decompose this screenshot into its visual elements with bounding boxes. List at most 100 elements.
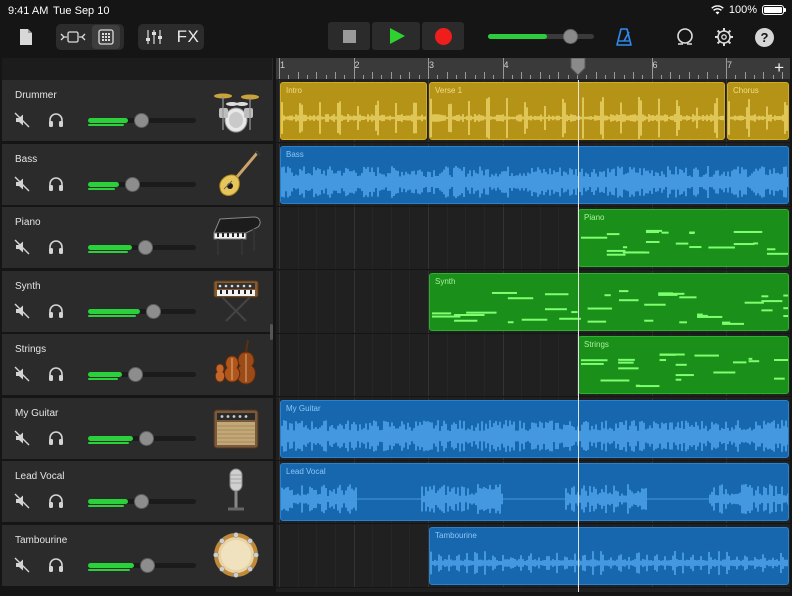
solo-headphones-icon[interactable]: [47, 176, 65, 192]
fx-button[interactable]: FX: [174, 26, 202, 48]
ruler-tick: [698, 75, 700, 79]
region[interactable]: Piano: [578, 209, 789, 267]
track-name: Drummer: [15, 90, 57, 101]
solo-headphones-icon[interactable]: [47, 303, 65, 319]
grid-line: [353, 270, 355, 333]
track-header[interactable]: Piano: [2, 207, 273, 269]
settings-button[interactable]: [712, 25, 736, 49]
region-label: Intro: [286, 86, 303, 95]
document-icon: [20, 29, 32, 45]
track-volume-slider[interactable]: [88, 494, 196, 509]
region[interactable]: Strings: [578, 336, 789, 394]
mute-speaker-icon[interactable]: [14, 112, 30, 128]
ruler-tick: [604, 75, 606, 79]
ruler-tick: [306, 75, 308, 79]
strings-icon[interactable]: [210, 338, 262, 390]
mute-speaker-icon[interactable]: [14, 557, 30, 573]
mixer-button[interactable]: [142, 26, 166, 48]
region-label: Tambourine: [435, 530, 477, 540]
ruler-tick: [707, 72, 709, 79]
track-volume-slider[interactable]: [88, 176, 196, 192]
play-button[interactable]: [372, 22, 420, 50]
track-volume-knob[interactable]: [127, 367, 143, 382]
grid-line: [372, 334, 374, 396]
drum-kit-icon[interactable]: [210, 84, 262, 136]
grid-line: [483, 334, 485, 396]
solo-headphones-icon[interactable]: [47, 557, 65, 573]
mute-speaker-icon[interactable]: [14, 176, 30, 192]
region[interactable]: My Guitar: [280, 399, 789, 458]
master-volume-knob[interactable]: [562, 29, 578, 44]
track-volume-slider[interactable]: [88, 430, 196, 446]
track-volume-slider[interactable]: [88, 113, 196, 128]
mute-speaker-icon[interactable]: [14, 239, 30, 255]
mute-speaker-icon[interactable]: [14, 493, 30, 509]
track-volume-knob[interactable]: [125, 176, 141, 192]
bass-guitar-icon[interactable]: [210, 148, 262, 200]
mute-speaker-icon[interactable]: [14, 366, 30, 382]
playhead-handle[interactable]: [570, 58, 586, 76]
guitar-amp-icon[interactable]: [210, 402, 262, 454]
solo-headphones-icon[interactable]: [47, 493, 65, 509]
region[interactable]: Bass: [280, 145, 789, 204]
divider-handle[interactable]: [270, 324, 273, 340]
solo-headphones-icon[interactable]: [47, 366, 65, 382]
track-header[interactable]: Tambourine: [2, 524, 273, 587]
track-header[interactable]: Lead Vocal: [2, 461, 273, 523]
browser-view-button[interactable]: [58, 26, 88, 48]
track-header[interactable]: Bass: [2, 143, 273, 206]
my-songs-button[interactable]: [16, 26, 36, 48]
track-header[interactable]: Strings: [2, 334, 273, 396]
region[interactable]: Intro: [280, 82, 427, 140]
toolbar: FX ?: [0, 22, 792, 58]
solo-headphones-icon[interactable]: [47, 112, 65, 128]
tambourine-icon[interactable]: [210, 529, 262, 581]
record-icon: [434, 27, 452, 45]
track-volume-knob[interactable]: [145, 303, 161, 319]
region[interactable]: Synth: [429, 272, 789, 331]
bar-number: 2: [354, 60, 360, 70]
sliders-icon: [146, 30, 162, 44]
track-volume-knob[interactable]: [139, 430, 155, 446]
track-volume-slider[interactable]: [88, 557, 196, 573]
grid-line: [446, 207, 448, 269]
ruler-tick: [428, 58, 429, 79]
region[interactable]: Tambourine: [429, 526, 789, 585]
track-volume-knob[interactable]: [134, 113, 149, 128]
solo-headphones-icon[interactable]: [47, 430, 65, 446]
track-volume-knob[interactable]: [134, 494, 149, 509]
track-volume-knob[interactable]: [138, 240, 154, 255]
record-button[interactable]: [422, 22, 464, 50]
track-volume-fill: [88, 435, 134, 441]
track-volume-slider[interactable]: [88, 240, 196, 255]
region[interactable]: Chorus: [727, 82, 789, 140]
track-volume-slider[interactable]: [88, 303, 196, 319]
loop-browser-button[interactable]: [673, 25, 697, 49]
synthesizer-icon[interactable]: [210, 275, 262, 327]
tracks-view-button[interactable]: [92, 25, 120, 49]
help-button[interactable]: ?: [755, 28, 774, 47]
master-volume-fill: [488, 34, 548, 39]
mute-speaker-icon[interactable]: [14, 303, 30, 319]
track-volume-slider[interactable]: [88, 367, 196, 382]
track-header[interactable]: Drummer: [2, 80, 273, 142]
solo-headphones-icon[interactable]: [47, 239, 65, 255]
ruler-tick: [511, 75, 513, 79]
track-header[interactable]: Synth: [2, 270, 273, 333]
region[interactable]: Lead Vocal: [280, 463, 789, 521]
track-volume-knob[interactable]: [140, 557, 156, 573]
track-level-meter: [88, 124, 124, 126]
metronome-button[interactable]: [612, 25, 636, 49]
grid-line: [483, 207, 485, 269]
track-header[interactable]: My Guitar: [2, 397, 273, 460]
mute-speaker-icon[interactable]: [14, 430, 30, 446]
grid-line: [353, 207, 355, 269]
microphone-icon[interactable]: [210, 465, 262, 517]
ruler[interactable]: + 1234567: [276, 58, 790, 80]
ruler-tick: [772, 75, 774, 79]
track-name: Tambourine: [15, 534, 68, 546]
master-volume-slider[interactable]: [488, 29, 594, 44]
grand-piano-icon[interactable]: [210, 211, 262, 263]
stop-button[interactable]: [328, 22, 370, 50]
timeline[interactable]: Intro Verse 1 Chorus Bass Piano Synth Strings M…: [276, 80, 790, 592]
